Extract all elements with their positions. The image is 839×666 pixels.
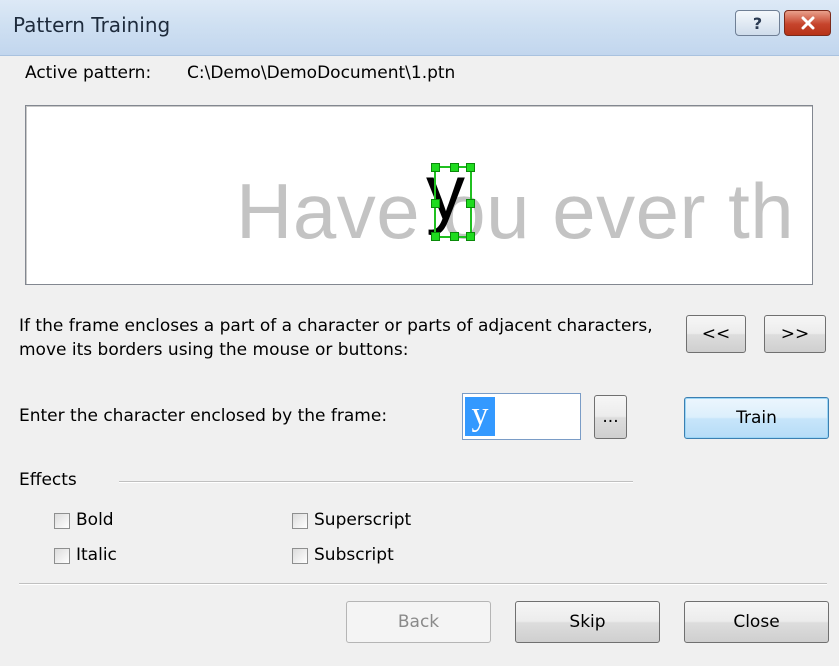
preview-text: Have ou ever th (236, 167, 795, 255)
help-button[interactable]: ? (735, 10, 780, 36)
character-input[interactable]: y (462, 393, 581, 440)
pattern-preview: Have ou ever th y (25, 105, 813, 285)
skip-button[interactable]: Skip (515, 601, 660, 643)
character-frame[interactable] (431, 163, 475, 241)
frame-handle-top-right[interactable] (466, 163, 475, 172)
frame-handle-top[interactable] (450, 163, 459, 172)
close-window-button[interactable] (784, 10, 831, 36)
footer-separator (19, 583, 827, 585)
frame-instructions: If the frame encloses a part of a charac… (19, 316, 653, 360)
bold-label[interactable]: Bold (76, 510, 114, 530)
enter-character-label: Enter the character enclosed by the fram… (19, 406, 388, 426)
superscript-checkbox[interactable] (292, 513, 308, 529)
frame-handle-left[interactable] (431, 199, 440, 208)
browse-characters-button[interactable]: ... (594, 395, 627, 439)
move-right-button[interactable]: >> (764, 315, 826, 353)
effects-divider (119, 481, 633, 483)
back-button[interactable]: Back (346, 601, 491, 643)
move-left-button[interactable]: << (686, 315, 746, 353)
active-pattern-label: Active pattern: (25, 63, 152, 83)
window-title: Pattern Training (13, 13, 171, 37)
italic-label[interactable]: Italic (76, 545, 117, 565)
frame-handle-right[interactable] (466, 199, 475, 208)
close-icon (801, 16, 814, 30)
superscript-label[interactable]: Superscript (314, 510, 411, 530)
effects-group-label: Effects (19, 470, 77, 490)
bold-checkbox[interactable] (54, 513, 70, 529)
frame-handle-bottom[interactable] (450, 232, 459, 241)
subscript-label[interactable]: Subscript (314, 545, 394, 565)
frame-handle-bottom-left[interactable] (431, 232, 440, 241)
subscript-checkbox[interactable] (292, 548, 308, 564)
title-bar: Pattern Training ? (0, 0, 839, 56)
character-input-value: y (465, 397, 495, 436)
help-icon: ? (752, 13, 763, 33)
frame-handle-bottom-right[interactable] (466, 232, 475, 241)
frame-handle-top-left[interactable] (431, 163, 440, 172)
italic-checkbox[interactable] (54, 548, 70, 564)
train-button[interactable]: Train (684, 397, 829, 439)
close-button[interactable]: Close (684, 601, 829, 643)
active-pattern-path: C:\Demo\DemoDocument\1.ptn (187, 63, 456, 83)
